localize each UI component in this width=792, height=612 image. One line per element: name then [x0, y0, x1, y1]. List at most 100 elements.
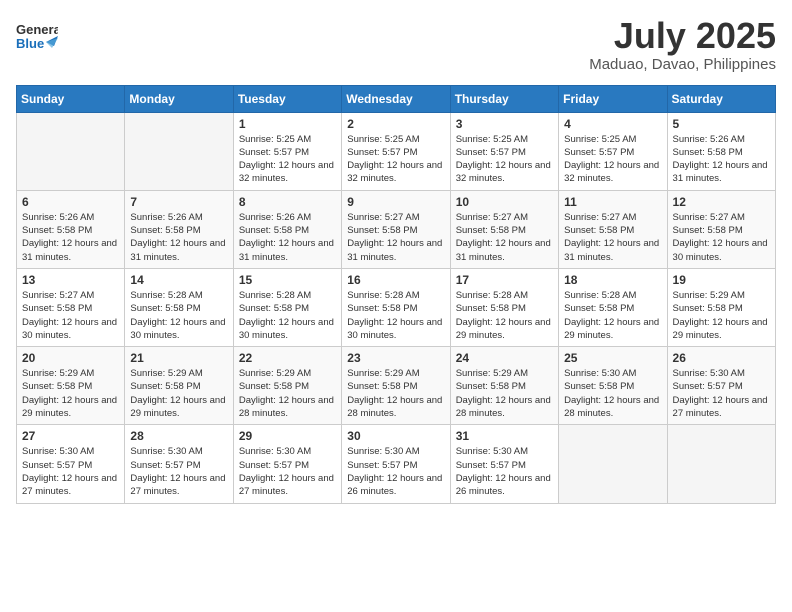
calendar-cell: 31 Sunrise: 5:30 AMSunset: 5:57 PMDayligh… [450, 425, 558, 503]
day-number: 18 [564, 273, 661, 287]
calendar-cell: 8Sunrise: 5:26 AMSunset: 5:58 PMDaylight… [233, 190, 341, 268]
calendar-cell: 22 Sunrise: 5:29 AMSunset: 5:58 PMDayligh… [233, 347, 341, 425]
calendar-cell: 28Sunrise: 5:30 AMSunset: 5:57 PMDayligh… [125, 425, 233, 503]
day-number: 6 [22, 195, 119, 209]
calendar-cell: 6 Sunrise: 5:26 AMSunset: 5:58 PMDaylight… [17, 190, 125, 268]
day-info: Sunrise: 5:30 AMSunset: 5:57 PMDaylight:… [130, 445, 227, 498]
day-number: 25 [564, 351, 661, 365]
day-info: Sunrise: 5:27 AMSunset: 5:58 PMDaylight:… [22, 289, 119, 342]
day-info: Sunrise: 5:29 AMSunset: 5:58 PMDaylight:… [239, 367, 336, 420]
calendar-cell: 13 Sunrise: 5:27 AMSunset: 5:58 PMDayligh… [17, 268, 125, 346]
day-number: 11 [564, 195, 661, 209]
day-number: 15 [239, 273, 336, 287]
day-number: 19 [673, 273, 770, 287]
day-info: Sunrise: 5:25 AMSunset: 5:57 PMDaylight:… [239, 133, 336, 186]
day-info: Sunrise: 5:27 AMSunset: 5:58 PMDaylight:… [673, 211, 770, 264]
calendar-cell: 15Sunrise: 5:28 AMSunset: 5:58 PMDayligh… [233, 268, 341, 346]
day-number: 21 [130, 351, 227, 365]
svg-text:General: General [16, 22, 58, 37]
day-info: Sunrise: 5:26 AMSunset: 5:58 PMDaylight:… [673, 133, 770, 186]
day-info: Sunrise: 5:28 AMSunset: 5:58 PMDaylight:… [347, 289, 444, 342]
calendar-cell: 2Sunrise: 5:25 AMSunset: 5:57 PMDaylight… [342, 112, 450, 190]
weekday-header-thursday: Thursday [450, 85, 558, 112]
day-info: Sunrise: 5:30 AMSunset: 5:57 PMDaylight:… [22, 445, 119, 498]
calendar-cell: 18 Sunrise: 5:28 AMSunset: 5:58 PMDayligh… [559, 268, 667, 346]
day-info: Sunrise: 5:30 AMSunset: 5:57 PMDaylight:… [673, 367, 770, 420]
day-number: 3 [456, 117, 553, 131]
calendar-week-4: 20Sunrise: 5:29 AMSunset: 5:58 PMDayligh… [17, 347, 776, 425]
day-number: 31 [456, 429, 553, 443]
calendar-cell: 19Sunrise: 5:29 AMSunset: 5:58 PMDayligh… [667, 268, 775, 346]
day-number: 1 [239, 117, 336, 131]
logo: General Blue [16, 16, 58, 58]
calendar-week-2: 6 Sunrise: 5:26 AMSunset: 5:58 PMDaylight… [17, 190, 776, 268]
day-number: 10 [456, 195, 553, 209]
day-number: 16 [347, 273, 444, 287]
day-info: Sunrise: 5:30 AMSunset: 5:57 PMDaylight:… [456, 445, 553, 498]
day-info: Sunrise: 5:26 AMSunset: 5:58 PMDaylight:… [22, 211, 119, 264]
day-info: Sunrise: 5:26 AMSunset: 5:58 PMDaylight:… [130, 211, 227, 264]
day-info: Sunrise: 5:29 AMSunset: 5:58 PMDaylight:… [130, 367, 227, 420]
calendar-cell: 29 Sunrise: 5:30 AMSunset: 5:57 PMDayligh… [233, 425, 341, 503]
calendar-week-3: 13 Sunrise: 5:27 AMSunset: 5:58 PMDayligh… [17, 268, 776, 346]
day-number: 27 [22, 429, 119, 443]
day-info: Sunrise: 5:29 AMSunset: 5:58 PMDaylight:… [22, 367, 119, 420]
calendar-table: SundayMondayTuesdayWednesdayThursdayFrid… [16, 85, 776, 504]
day-number: 26 [673, 351, 770, 365]
weekday-header-saturday: Saturday [667, 85, 775, 112]
day-number: 22 [239, 351, 336, 365]
day-info: Sunrise: 5:29 AMSunset: 5:58 PMDaylight:… [456, 367, 553, 420]
calendar-cell [667, 425, 775, 503]
calendar-cell: 20Sunrise: 5:29 AMSunset: 5:58 PMDayligh… [17, 347, 125, 425]
day-info: Sunrise: 5:30 AMSunset: 5:57 PMDaylight:… [347, 445, 444, 498]
calendar-cell: 25 Sunrise: 5:30 AMSunset: 5:58 PMDayligh… [559, 347, 667, 425]
calendar-cell: 17 Sunrise: 5:28 AMSunset: 5:58 PMDayligh… [450, 268, 558, 346]
day-number: 14 [130, 273, 227, 287]
month-title: July 2025 [589, 16, 776, 56]
day-number: 8 [239, 195, 336, 209]
calendar-cell [125, 112, 233, 190]
day-number: 13 [22, 273, 119, 287]
calendar-cell: 4 Sunrise: 5:25 AMSunset: 5:57 PMDaylight… [559, 112, 667, 190]
calendar-header-row: SundayMondayTuesdayWednesdayThursdayFrid… [17, 85, 776, 112]
calendar-cell: 21 Sunrise: 5:29 AMSunset: 5:58 PMDayligh… [125, 347, 233, 425]
calendar-cell: 5 Sunrise: 5:26 AMSunset: 5:58 PMDaylight… [667, 112, 775, 190]
day-info: Sunrise: 5:27 AMSunset: 5:58 PMDaylight:… [456, 211, 553, 264]
calendar-cell: 10 Sunrise: 5:27 AMSunset: 5:58 PMDayligh… [450, 190, 558, 268]
calendar-cell: 27 Sunrise: 5:30 AMSunset: 5:57 PMDayligh… [17, 425, 125, 503]
calendar-cell: 30 Sunrise: 5:30 AMSunset: 5:57 PMDayligh… [342, 425, 450, 503]
calendar-cell: 11 Sunrise: 5:27 AMSunset: 5:58 PMDayligh… [559, 190, 667, 268]
calendar-cell: 26 Sunrise: 5:30 AMSunset: 5:57 PMDayligh… [667, 347, 775, 425]
day-info: Sunrise: 5:29 AMSunset: 5:58 PMDaylight:… [347, 367, 444, 420]
weekday-header-sunday: Sunday [17, 85, 125, 112]
weekday-header-friday: Friday [559, 85, 667, 112]
day-info: Sunrise: 5:25 AMSunset: 5:57 PMDaylight:… [456, 133, 553, 186]
calendar-cell: 3 Sunrise: 5:25 AMSunset: 5:57 PMDaylight… [450, 112, 558, 190]
day-info: Sunrise: 5:27 AMSunset: 5:58 PMDaylight:… [564, 211, 661, 264]
calendar-week-5: 27 Sunrise: 5:30 AMSunset: 5:57 PMDayligh… [17, 425, 776, 503]
day-number: 17 [456, 273, 553, 287]
day-number: 30 [347, 429, 444, 443]
svg-text:Blue: Blue [16, 36, 44, 51]
day-number: 5 [673, 117, 770, 131]
day-info: Sunrise: 5:30 AMSunset: 5:58 PMDaylight:… [564, 367, 661, 420]
day-info: Sunrise: 5:27 AMSunset: 5:58 PMDaylight:… [347, 211, 444, 264]
day-info: Sunrise: 5:28 AMSunset: 5:58 PMDaylight:… [564, 289, 661, 342]
day-info: Sunrise: 5:28 AMSunset: 5:58 PMDaylight:… [130, 289, 227, 342]
day-number: 24 [456, 351, 553, 365]
day-number: 9 [347, 195, 444, 209]
day-number: 23 [347, 351, 444, 365]
calendar-cell: 9 Sunrise: 5:27 AMSunset: 5:58 PMDaylight… [342, 190, 450, 268]
weekday-header-tuesday: Tuesday [233, 85, 341, 112]
calendar-cell: 14 Sunrise: 5:28 AMSunset: 5:58 PMDayligh… [125, 268, 233, 346]
weekday-header-wednesday: Wednesday [342, 85, 450, 112]
day-info: Sunrise: 5:25 AMSunset: 5:57 PMDaylight:… [564, 133, 661, 186]
day-info: Sunrise: 5:30 AMSunset: 5:57 PMDaylight:… [239, 445, 336, 498]
day-number: 4 [564, 117, 661, 131]
calendar-cell: 7Sunrise: 5:26 AMSunset: 5:58 PMDaylight… [125, 190, 233, 268]
weekday-header-monday: Monday [125, 85, 233, 112]
day-number: 29 [239, 429, 336, 443]
day-info: Sunrise: 5:28 AMSunset: 5:58 PMDaylight:… [456, 289, 553, 342]
calendar-cell: 12 Sunrise: 5:27 AMSunset: 5:58 PMDayligh… [667, 190, 775, 268]
day-number: 12 [673, 195, 770, 209]
